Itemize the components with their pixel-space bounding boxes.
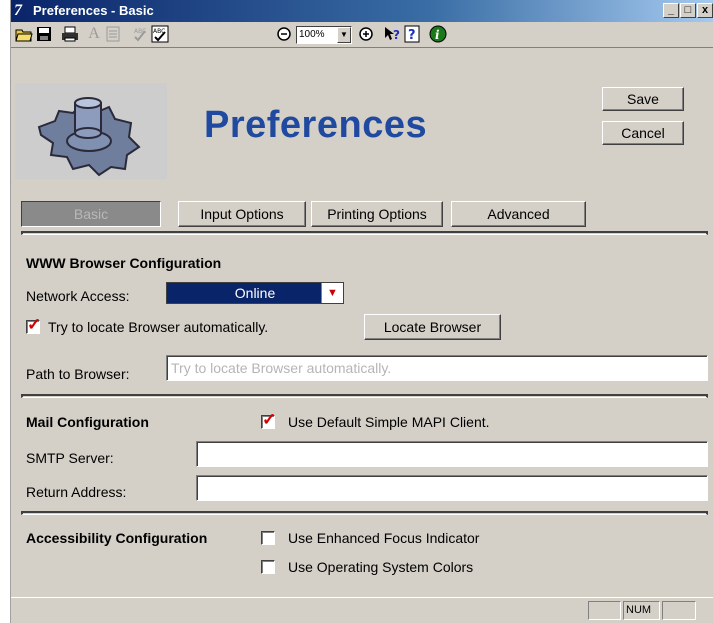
open-folder-icon[interactable] xyxy=(15,25,33,43)
auto-locate-checkbox[interactable]: ✓ xyxy=(26,316,41,334)
main-panel: Preferences Save Cancel Basic Input Opti… xyxy=(11,49,713,597)
format-icon[interactable] xyxy=(105,25,123,43)
smtp-server-input[interactable] xyxy=(196,441,708,467)
checkmark-icon: ✓ xyxy=(262,410,277,429)
network-access-select[interactable]: Online ▼ xyxy=(166,282,344,304)
accessibility-section-title: Accessibility Configuration xyxy=(26,530,208,546)
spellcheck-check-icon[interactable]: ABC xyxy=(151,25,169,43)
network-access-value: Online xyxy=(234,285,276,301)
app-logo-icon: 7 xyxy=(14,2,22,19)
save-button[interactable]: Save xyxy=(602,87,684,111)
return-address-input[interactable] xyxy=(196,475,708,501)
minimize-button[interactable]: _ xyxy=(663,3,679,18)
status-bar: NUM xyxy=(11,597,713,623)
cancel-button[interactable]: Cancel xyxy=(602,121,684,145)
chevron-down-icon[interactable]: ▼ xyxy=(337,27,351,43)
divider xyxy=(21,394,708,398)
os-colors-label: Use Operating System Colors xyxy=(288,559,474,575)
whats-this-help-icon[interactable]: ? xyxy=(383,25,401,43)
path-to-browser-label: Path to Browser: xyxy=(26,366,130,382)
zoom-select[interactable]: 100% ▼ xyxy=(296,26,352,44)
tab-basic[interactable]: Basic xyxy=(21,201,161,227)
save-disk-icon[interactable] xyxy=(35,25,53,43)
focus-indicator-checkbox[interactable] xyxy=(261,531,275,545)
toolbar: A ABC ABC 100% ▼ ? ? i xyxy=(11,22,713,48)
mapi-checkbox[interactable]: ✓ xyxy=(261,411,276,429)
browser-section-title: WWW Browser Configuration xyxy=(26,255,222,271)
mail-section-title: Mail Configuration xyxy=(26,414,149,430)
help-icon[interactable]: ? xyxy=(403,25,421,43)
spellcheck-icon[interactable]: ABC xyxy=(131,25,149,43)
page-title: Preferences xyxy=(204,104,428,146)
status-pane xyxy=(662,601,696,620)
status-pane xyxy=(588,601,621,620)
tab-printing-options[interactable]: Printing Options xyxy=(311,201,443,227)
print-icon[interactable] xyxy=(61,25,79,43)
return-address-label: Return Address: xyxy=(26,484,127,500)
zoom-value: 100% xyxy=(299,29,325,40)
network-access-label: Network Access: xyxy=(26,288,130,304)
svg-text:?: ? xyxy=(408,28,416,43)
path-to-browser-input[interactable]: Try to locate Browser automatically. xyxy=(166,355,708,381)
os-colors-checkbox[interactable] xyxy=(261,560,275,574)
svg-text:?: ? xyxy=(393,28,400,42)
chevron-down-icon[interactable]: ▼ xyxy=(321,283,343,303)
close-button[interactable]: x xyxy=(697,3,713,18)
tab-input-options[interactable]: Input Options xyxy=(178,201,306,227)
window-title: Preferences - Basic xyxy=(33,3,154,18)
divider xyxy=(21,231,708,235)
zoom-in-icon[interactable] xyxy=(357,25,375,43)
auto-locate-label: Try to locate Browser automatically. xyxy=(48,319,269,335)
svg-text:i: i xyxy=(435,28,440,42)
gear-database-icon xyxy=(15,83,167,179)
divider xyxy=(21,511,708,515)
info-icon[interactable]: i xyxy=(429,25,447,43)
maximize-button[interactable]: □ xyxy=(680,3,696,18)
zoom-out-icon[interactable] xyxy=(275,25,293,43)
title-bar[interactable]: 7 Preferences - Basic _ □ x xyxy=(11,0,713,22)
smtp-server-label: SMTP Server: xyxy=(26,450,114,466)
checkmark-icon: ✓ xyxy=(27,315,42,334)
locate-browser-button[interactable]: Locate Browser xyxy=(364,314,501,340)
font-icon[interactable]: A xyxy=(85,25,103,43)
mapi-label: Use Default Simple MAPI Client. xyxy=(288,414,490,430)
tab-advanced[interactable]: Advanced xyxy=(451,201,586,227)
focus-indicator-label: Use Enhanced Focus Indicator xyxy=(288,530,480,546)
preferences-window: 7 Preferences - Basic _ □ x A ABC ABC 10… xyxy=(10,0,713,623)
num-lock-indicator: NUM xyxy=(623,601,660,620)
